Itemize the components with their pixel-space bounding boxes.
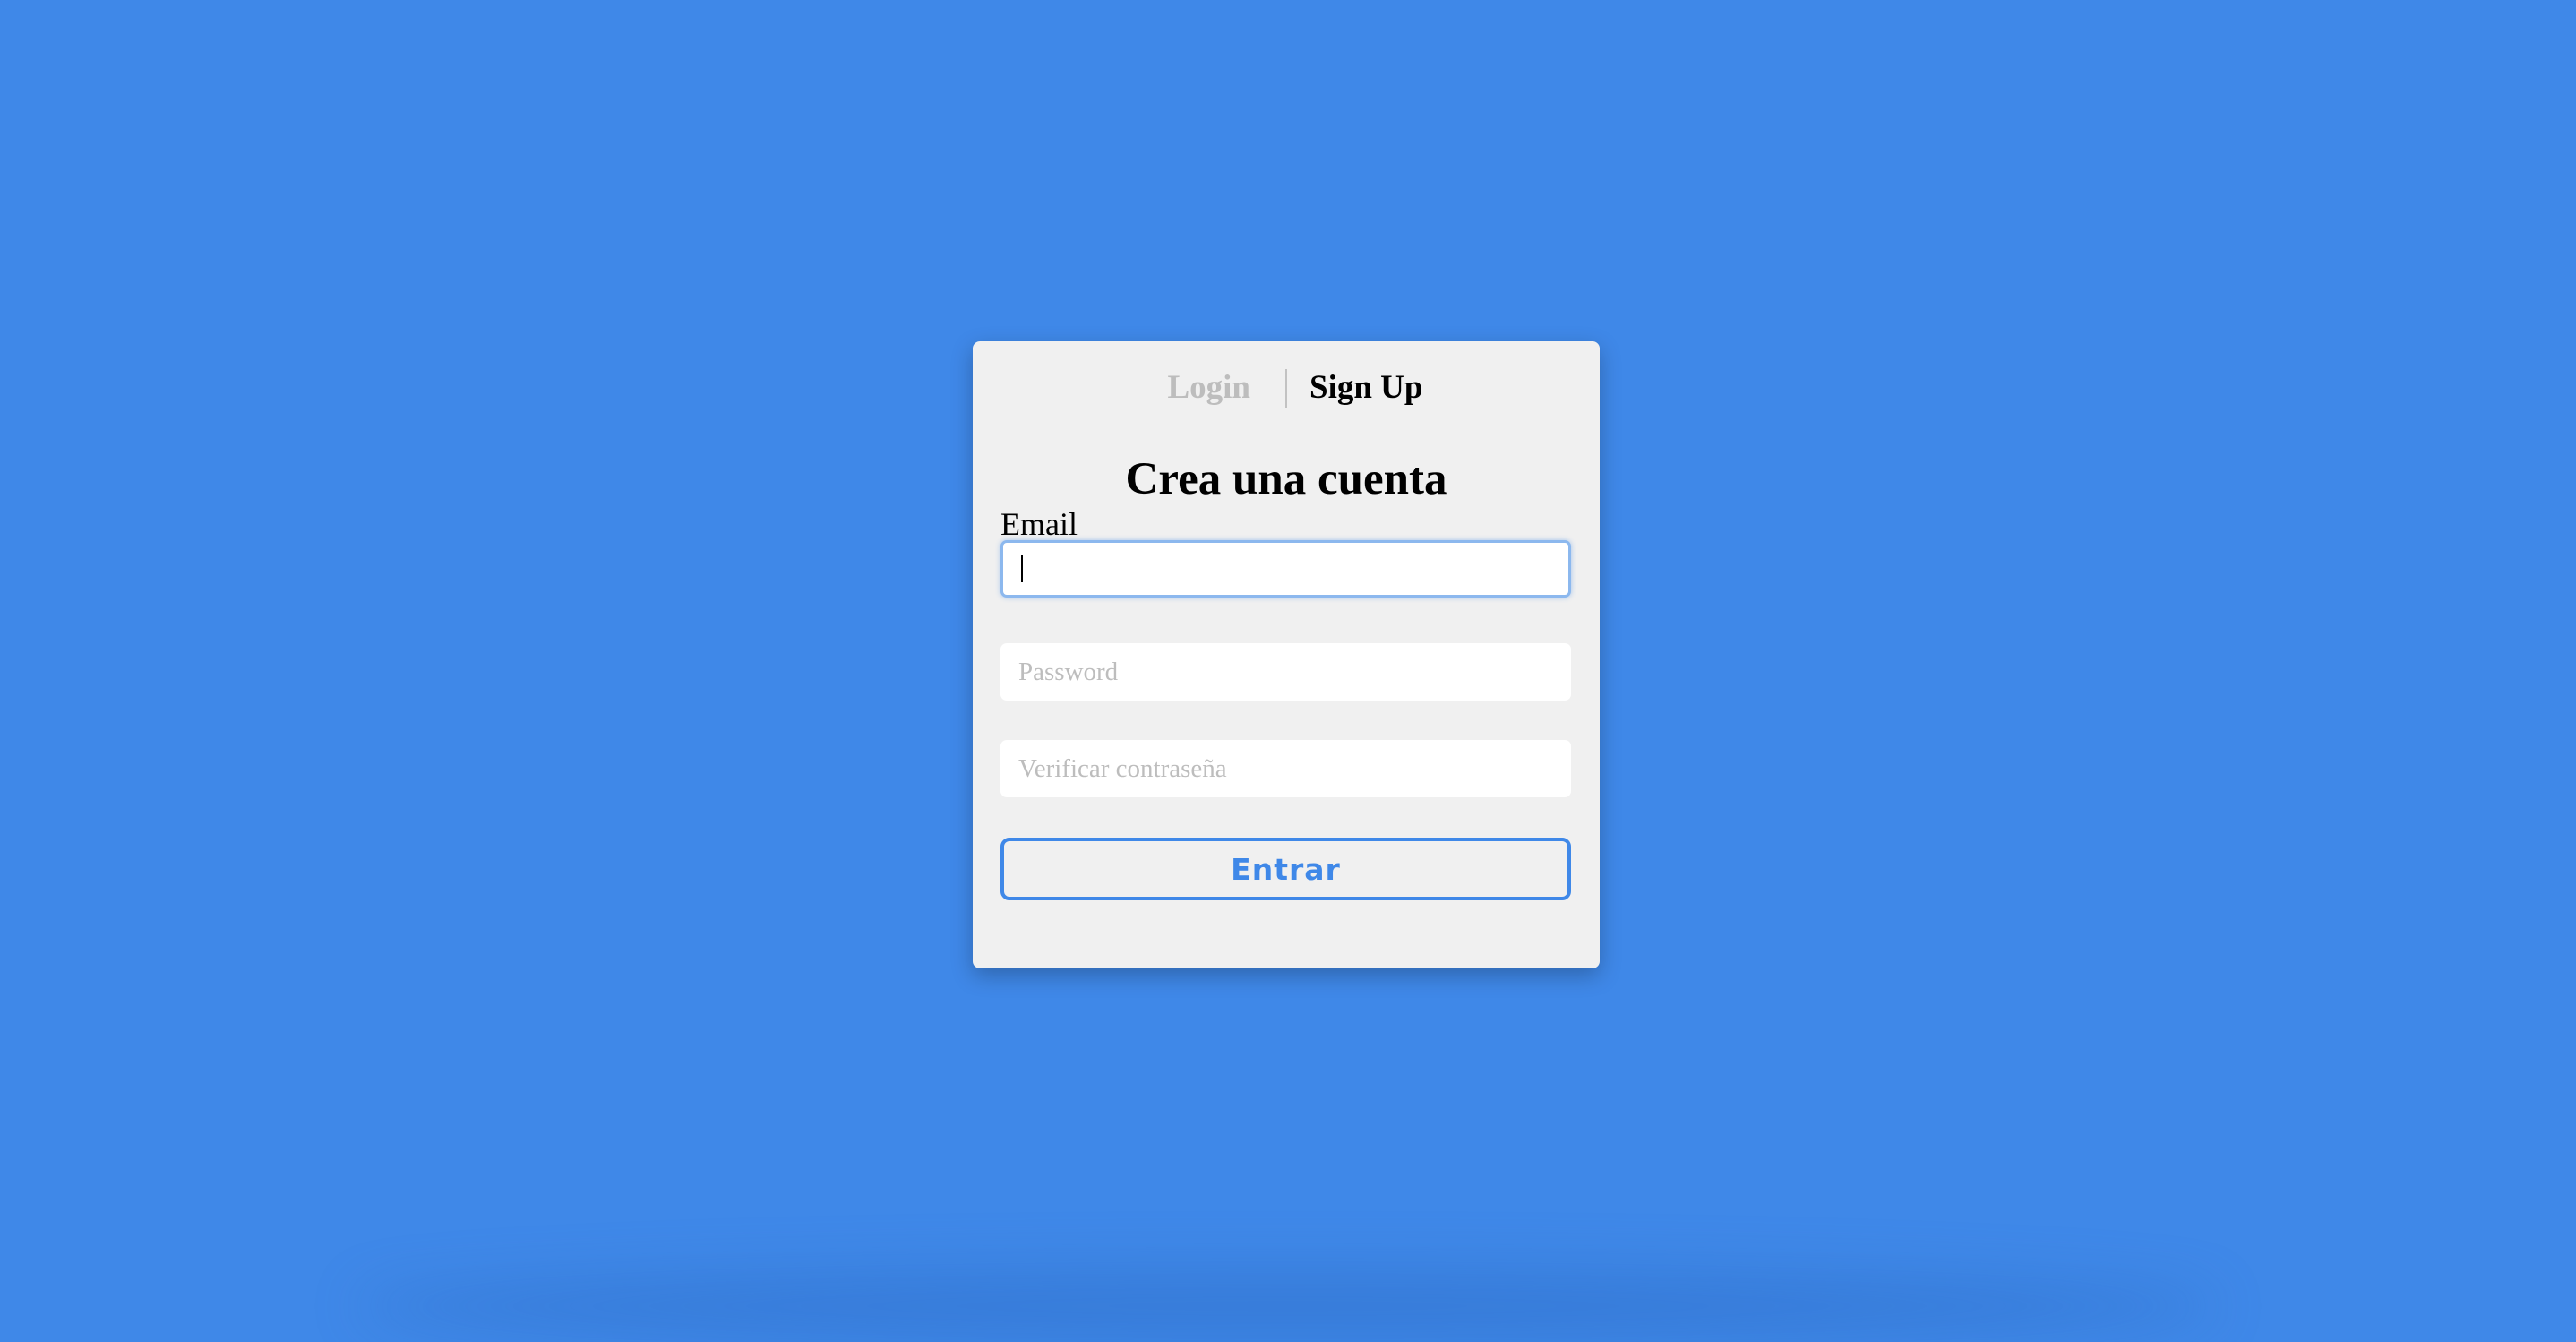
email-label: Email [1000, 506, 1078, 542]
tab-signup[interactable]: Sign Up [1309, 368, 1422, 408]
form-title: Crea una cuenta [1125, 454, 1447, 504]
email-field[interactable] [1000, 540, 1571, 598]
background-shadow [358, 1270, 2218, 1342]
text-caret [1021, 555, 1023, 582]
verify-password-field[interactable] [1000, 740, 1571, 797]
submit-button[interactable]: Entrar [1000, 838, 1571, 900]
tab-login[interactable]: Login [1167, 368, 1250, 408]
tab-divider [1285, 369, 1287, 408]
auth-card: Login Sign Up Crea una cuenta Email Entr… [973, 341, 1600, 968]
auth-tabs: Login Sign Up [973, 368, 1600, 408]
password-field[interactable] [1000, 643, 1571, 701]
